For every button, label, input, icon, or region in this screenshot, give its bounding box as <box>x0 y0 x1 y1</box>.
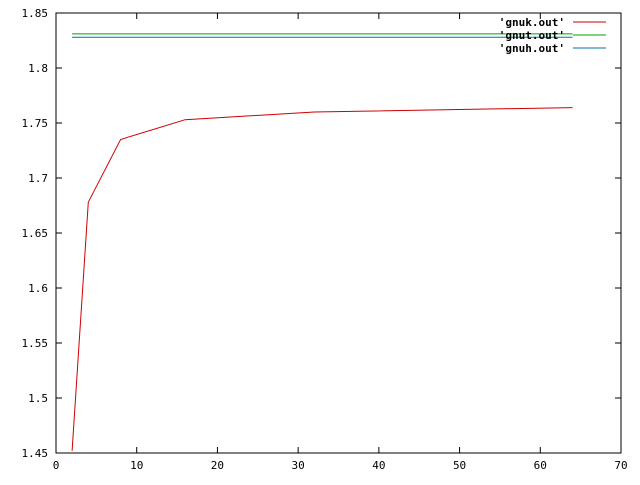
plot-series <box>71 33 573 451</box>
y-tick-label: 1.55 <box>22 337 49 350</box>
x-tick-label: 40 <box>372 459 385 472</box>
y-tick-label: 1.8 <box>28 62 48 75</box>
x-tick-label: 10 <box>130 459 143 472</box>
y-tick-label: 1.5 <box>28 392 48 405</box>
x-tick-label: 20 <box>211 459 224 472</box>
axes: 0 10 20 30 40 50 60 70 1.45 1.5 1.55 1.6 1.65 1.7 1.75… <box>22 7 628 472</box>
y-tick-label: 1.65 <box>22 227 49 240</box>
legend: 'gnuk.out''gnut.out''gnuh.out' <box>499 16 606 55</box>
legend-label: 'gnuh.out' <box>499 42 565 55</box>
y-tick-label: 1.6 <box>28 282 48 295</box>
line-chart: 0 10 20 30 40 50 60 70 1.45 1.5 1.55 1.6 1.65 1.7 1.75… <box>22 7 628 472</box>
legend-label: 'gnut.out' <box>499 29 565 42</box>
x-tick-label: 70 <box>614 459 627 472</box>
x-tick-label: 0 <box>53 459 60 472</box>
series-line-1 <box>71 107 573 451</box>
x-tick-label: 50 <box>453 459 466 472</box>
chart-container: 0 10 20 30 40 50 60 70 1.45 1.5 1.55 1.6 1.65 1.7 1.75… <box>0 0 640 480</box>
plot-frame <box>55 12 622 454</box>
y-tick-label: 1.85 <box>22 7 49 20</box>
y-tick-label: 1.45 <box>22 447 49 460</box>
x-tick-label: 60 <box>534 459 547 472</box>
legend-label: 'gnuk.out' <box>499 16 565 29</box>
x-tick-label: 30 <box>292 459 305 472</box>
y-tick-label: 1.7 <box>28 172 48 185</box>
y-tick-label: 1.75 <box>22 117 49 130</box>
